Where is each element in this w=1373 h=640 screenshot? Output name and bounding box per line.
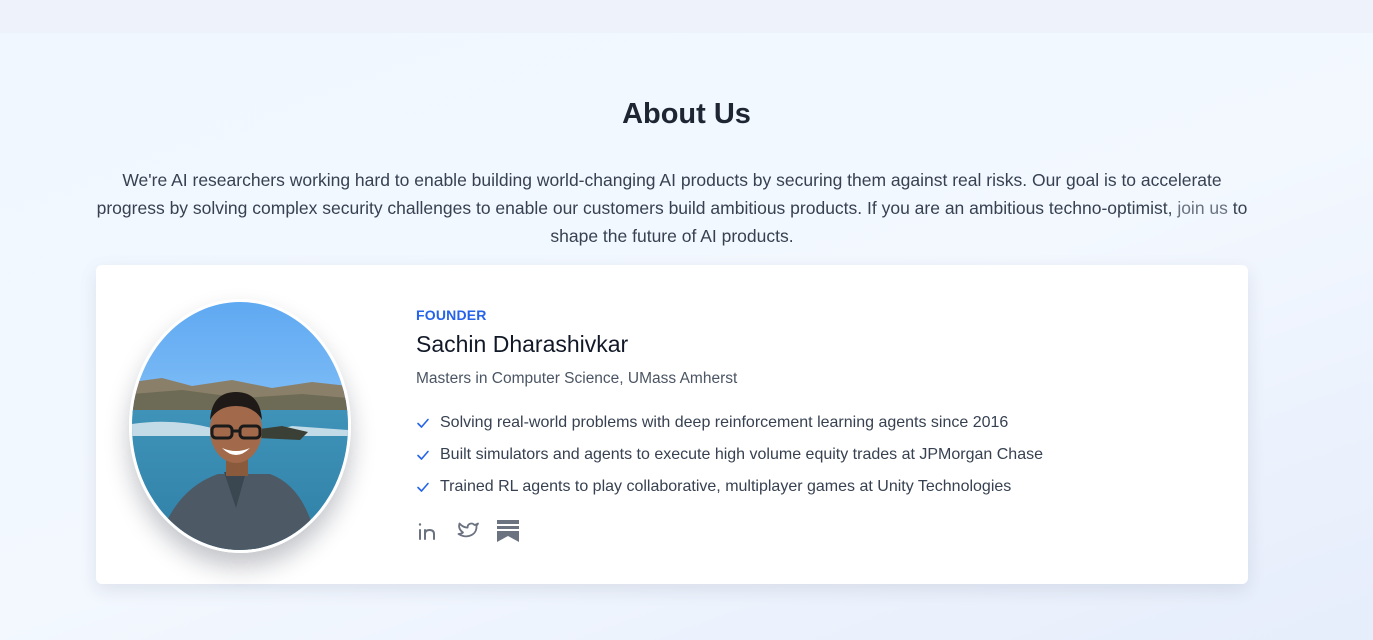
twitter-icon[interactable] bbox=[456, 519, 480, 543]
list-item: Built simulators and agents to execute h… bbox=[416, 439, 1043, 471]
intro-paragraph: We're AI researchers working hard to ena… bbox=[96, 166, 1248, 250]
founder-photo bbox=[129, 299, 351, 553]
list-item: Trained RL agents to play collaborative,… bbox=[416, 471, 1043, 503]
check-icon bbox=[416, 448, 430, 462]
bookmark-icon[interactable] bbox=[496, 519, 520, 543]
intro-text: We're AI researchers working hard to ena… bbox=[96, 170, 1222, 218]
linkedin-icon[interactable] bbox=[416, 519, 440, 543]
achievement-list: Solving real-world problems with deep re… bbox=[416, 407, 1043, 503]
achievement-text: Solving real-world problems with deep re… bbox=[440, 414, 1009, 431]
social-links bbox=[416, 519, 520, 543]
founder-card: FOUNDER Sachin Dharashivkar Masters in C… bbox=[96, 265, 1248, 584]
join-us-link[interactable]: join us bbox=[1177, 198, 1228, 218]
founder-degree: Masters in Computer Science, UMass Amher… bbox=[416, 370, 738, 387]
check-icon bbox=[416, 416, 430, 430]
achievement-text: Built simulators and agents to execute h… bbox=[440, 446, 1043, 463]
list-item: Solving real-world problems with deep re… bbox=[416, 407, 1043, 439]
founder-photo-image bbox=[132, 302, 348, 550]
founder-role: FOUNDER bbox=[416, 307, 487, 323]
achievement-text: Trained RL agents to play collaborative,… bbox=[440, 478, 1012, 495]
top-nav-strip bbox=[0, 0, 1373, 33]
founder-name: Sachin Dharashivkar bbox=[416, 331, 629, 357]
check-icon bbox=[416, 480, 430, 494]
section-title: About Us bbox=[622, 98, 751, 130]
